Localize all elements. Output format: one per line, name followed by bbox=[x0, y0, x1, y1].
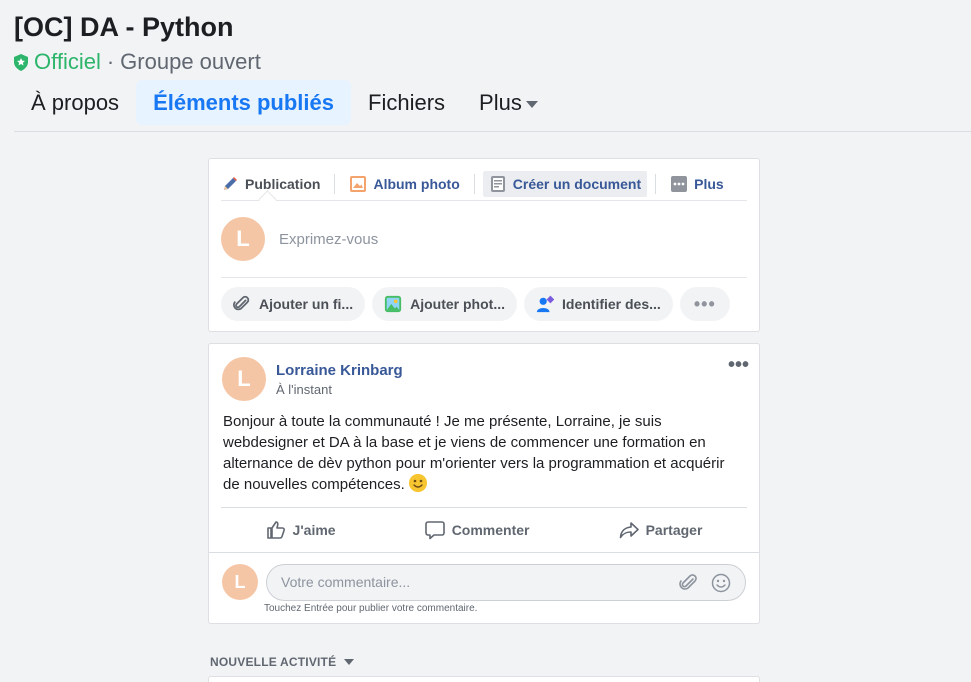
next-post-card bbox=[208, 676, 760, 682]
tab-divider bbox=[655, 173, 657, 194]
tab-more[interactable]: Plus bbox=[462, 80, 555, 125]
composer-tabs: Publication Album photo Créer un documen… bbox=[221, 167, 747, 201]
post-header: L Lorraine Krinbarg À l'instant bbox=[222, 357, 403, 401]
tag-people-button[interactable]: Identifier des... bbox=[524, 287, 673, 321]
more-icon bbox=[671, 175, 688, 192]
group-type: Groupe ouvert bbox=[120, 49, 261, 74]
post-meta: Lorraine Krinbarg À l'instant bbox=[276, 362, 403, 397]
post-body: Bonjour à toute la communauté ! Je me pr… bbox=[223, 411, 743, 495]
group-header: [OC] DA - Python Officiel · Groupe ouver… bbox=[0, 0, 971, 132]
composer-tab-more[interactable]: Plus bbox=[664, 171, 730, 197]
share-icon bbox=[619, 522, 639, 539]
composer-input[interactable]: L Exprimez-vous bbox=[221, 213, 747, 265]
tab-divider bbox=[473, 173, 475, 194]
post-author[interactable]: Lorraine Krinbarg bbox=[276, 362, 403, 379]
group-title: [OC] DA - Python bbox=[14, 12, 234, 42]
shield-icon bbox=[14, 53, 28, 71]
comments-divider bbox=[209, 552, 759, 553]
composer-tab-label: Publication bbox=[245, 175, 321, 192]
composer-placeholder[interactable]: Exprimez-vous bbox=[279, 231, 378, 248]
comment-placeholder: Votre commentaire... bbox=[281, 574, 411, 590]
triangle-down-icon bbox=[344, 659, 355, 665]
composer-tab-label: Créer un document bbox=[512, 175, 642, 192]
comment-composer: L Votre commentaire... bbox=[222, 563, 746, 601]
add-photo-label: Ajouter phot... bbox=[410, 296, 505, 312]
add-file-button[interactable]: Ajouter un fi... bbox=[221, 287, 366, 321]
composer-tab-label: Plus bbox=[694, 175, 724, 192]
subline-separator: · bbox=[106, 49, 115, 74]
post-card: L Lorraine Krinbarg À l'instant ••• Bonj… bbox=[208, 343, 760, 624]
comment-button[interactable]: Commenter bbox=[424, 512, 530, 548]
like-button[interactable]: J'aime bbox=[266, 512, 336, 548]
avatar[interactable]: L bbox=[222, 357, 266, 401]
more-actions-button[interactable]: ••• bbox=[679, 287, 730, 321]
comment-input-icons bbox=[679, 573, 731, 593]
post-divider bbox=[221, 507, 747, 508]
tab-published-items[interactable]: Éléments publiés bbox=[136, 80, 352, 125]
post-timestamp[interactable]: À l'instant bbox=[276, 382, 403, 397]
photo-icon bbox=[385, 295, 402, 313]
new-activity-label: NOUVELLE ACTIVITÉ bbox=[210, 655, 337, 669]
group-subline: Officiel · Groupe ouvert bbox=[14, 49, 261, 75]
composer-tab-label: Album photo bbox=[373, 175, 460, 192]
attach-icon[interactable] bbox=[679, 573, 699, 593]
composer-tab-create-document[interactable]: Créer un document bbox=[482, 170, 648, 197]
avatar: L bbox=[221, 217, 265, 261]
document-icon bbox=[490, 175, 505, 192]
composer-tab-album[interactable]: Album photo bbox=[343, 171, 465, 197]
avatar: L bbox=[222, 564, 258, 600]
share-label: Partager bbox=[645, 522, 703, 538]
add-file-label: Ajouter un fi... bbox=[259, 296, 354, 312]
header-divider bbox=[14, 131, 971, 132]
tab-about[interactable]: À propos bbox=[14, 80, 136, 125]
post-composer: Publication Album photo Créer un documen… bbox=[208, 158, 760, 332]
tab-more-label: Plus bbox=[479, 89, 522, 115]
like-label: J'aime bbox=[292, 522, 336, 538]
composer-actions: Ajouter un fi... Ajouter phot... Identif… bbox=[221, 287, 747, 323]
post-actions: J'aime Commenter Partager bbox=[221, 512, 747, 548]
emoji-icon[interactable] bbox=[711, 573, 731, 593]
paperclip-icon bbox=[233, 295, 250, 311]
tag-people-label: Identifier des... bbox=[562, 296, 661, 312]
new-activity-filter[interactable]: NOUVELLE ACTIVITÉ bbox=[210, 655, 355, 669]
composer-tab-publication[interactable]: Publication bbox=[221, 171, 326, 197]
comment-input[interactable]: Votre commentaire... bbox=[266, 563, 746, 601]
composer-divider bbox=[221, 277, 747, 278]
pencil-icon bbox=[224, 176, 237, 190]
post-options-button[interactable]: ••• bbox=[728, 354, 749, 377]
like-icon bbox=[266, 521, 285, 539]
photo-album-icon bbox=[350, 175, 367, 192]
tab-divider bbox=[334, 173, 336, 194]
share-button[interactable]: Partager bbox=[619, 512, 703, 548]
caret-down-icon bbox=[525, 100, 538, 108]
comment-hint: Touchez Entrée pour publier votre commen… bbox=[264, 603, 478, 614]
group-tabs: À propos Éléments publiés Fichiers Plus bbox=[14, 80, 555, 125]
comment-label: Commenter bbox=[451, 522, 530, 538]
post-text: Bonjour à toute la communauté ! Je me pr… bbox=[223, 413, 725, 493]
tag-people-icon bbox=[536, 295, 554, 313]
tab-files[interactable]: Fichiers bbox=[351, 80, 462, 125]
smiley-emoji-icon bbox=[408, 474, 427, 492]
official-label: Officiel bbox=[34, 49, 101, 74]
add-photo-button[interactable]: Ajouter phot... bbox=[372, 287, 517, 321]
comment-icon bbox=[424, 521, 445, 540]
official-badge[interactable]: Officiel bbox=[14, 49, 101, 75]
